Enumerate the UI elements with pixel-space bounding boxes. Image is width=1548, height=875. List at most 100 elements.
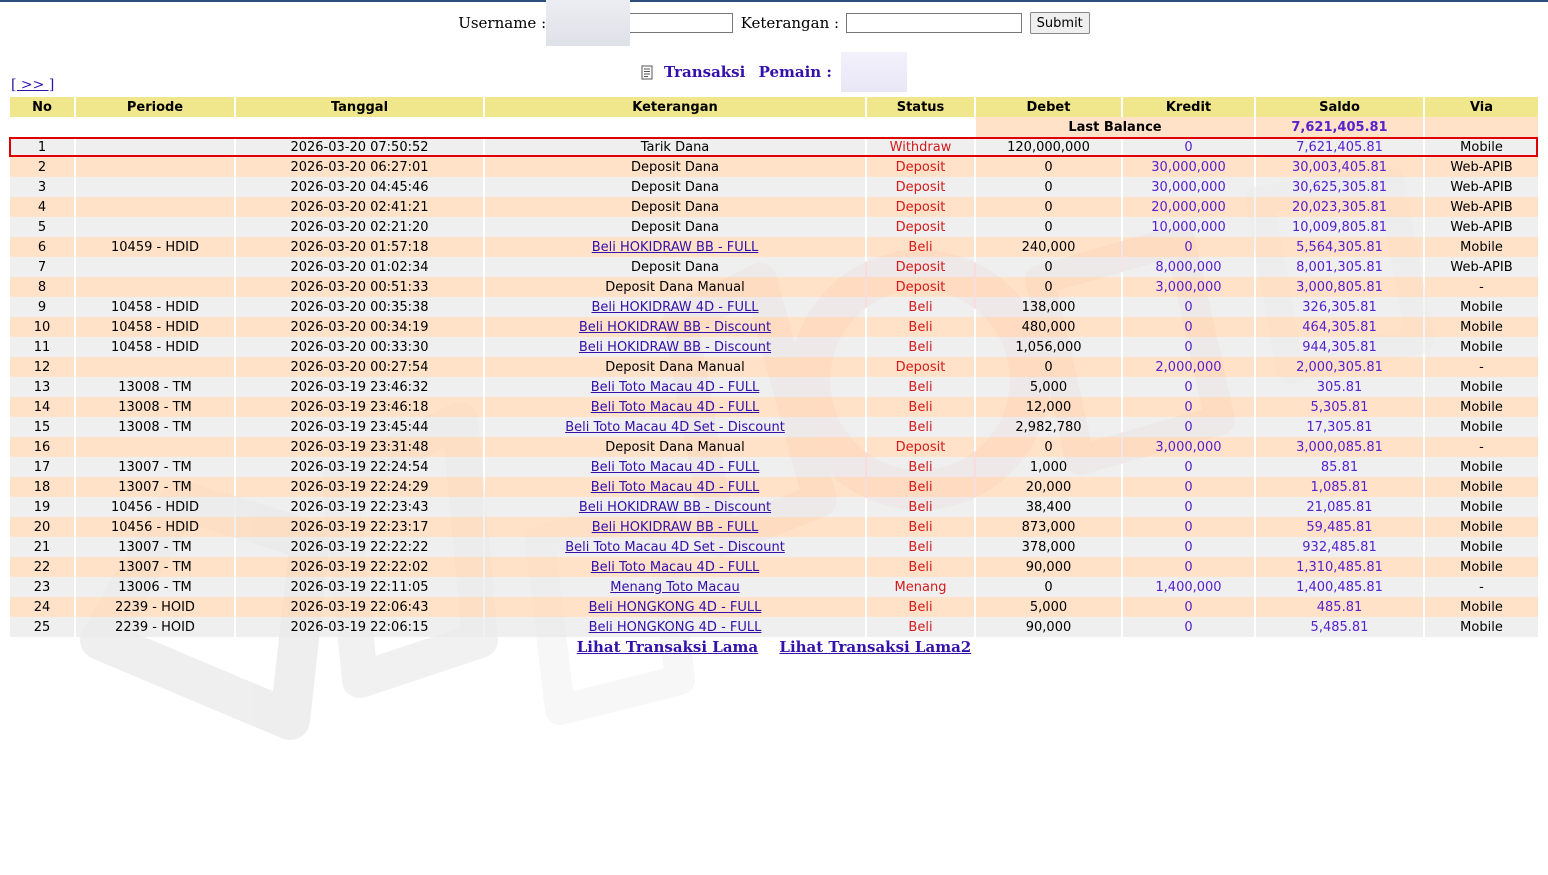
cell-periode (76, 437, 234, 457)
cell-debet: 90,000 (976, 557, 1121, 577)
cell-periode: 13006 - TM (76, 577, 234, 597)
cell-kredit: 0 (1123, 537, 1254, 557)
cell-no: 6 (10, 237, 74, 257)
cell-tanggal: 2026-03-20 07:50:52 (236, 137, 483, 157)
cell-ket: Beli Toto Macau 4D - FULL (485, 477, 865, 497)
transaction-detail-link[interactable]: Beli Toto Macau 4D - FULL (591, 460, 760, 475)
transaction-table: No Periode Tanggal Keterangan Status Deb… (8, 97, 1540, 637)
cell-ket: Deposit Dana (485, 177, 865, 197)
cell-periode: 2239 - HOID (76, 617, 234, 637)
cell-ket: Beli HOKIDRAW BB - Discount (485, 337, 865, 357)
cell-tanggal: 2026-03-20 00:35:38 (236, 297, 483, 317)
cell-via: Web-APIB (1425, 257, 1538, 277)
cell-tanggal: 2026-03-19 22:24:29 (236, 477, 483, 497)
cell-ket: Tarik Dana (485, 137, 865, 157)
page-title: Transaksi Pemain : (0, 52, 1548, 92)
cell-kredit: 1,400,000 (1123, 577, 1254, 597)
cell-status: Withdraw (867, 137, 974, 157)
transaction-detail-link[interactable]: Beli HONGKONG 4D - FULL (589, 620, 762, 635)
cell-ket: Deposit Dana Manual (485, 357, 865, 377)
transaction-detail-link[interactable]: Beli HOKIDRAW BB - FULL (592, 240, 759, 255)
next-page-link[interactable]: [ >> ] (11, 77, 54, 93)
cell-via: Mobile (1425, 317, 1538, 337)
keterangan-input[interactable] (845, 13, 1022, 33)
cell-periode: 10459 - HDID (76, 237, 234, 257)
cell-kredit: 30,000,000 (1123, 157, 1254, 177)
cell-tanggal: 2026-03-20 02:41:21 (236, 197, 483, 217)
cell-debet: 1,056,000 (976, 337, 1121, 357)
cell-debet: 12,000 (976, 397, 1121, 417)
cell-status: Beli (867, 337, 974, 357)
cell-tanggal: 2026-03-19 22:24:54 (236, 457, 483, 477)
transaction-detail-link[interactable]: Beli HOKIDRAW BB - FULL (592, 520, 759, 535)
old-transactions-link[interactable]: Lihat Transaksi Lama (577, 638, 758, 656)
cell-ket: Beli HOKIDRAW 4D - FULL (485, 297, 865, 317)
submit-button[interactable]: Submit (1029, 12, 1090, 34)
cell-debet: 120,000,000 (976, 137, 1121, 157)
cell-saldo: 20,023,305.81 (1256, 197, 1423, 217)
table-row: 22 13007 - TM 2026-03-19 22:22:02 Beli Toto… (10, 557, 1538, 577)
transaction-detail-link[interactable]: Menang Toto Macau (610, 580, 739, 595)
cell-ket: Deposit Dana (485, 257, 865, 277)
transaction-detail-link[interactable]: Beli HOKIDRAW BB - Discount (579, 320, 771, 335)
header-via: Via (1425, 97, 1538, 117)
table-row: 5 2026-03-20 02:21:20 Deposit Dana Deposit 0… (10, 217, 1538, 237)
cell-saldo: 2,000,305.81 (1256, 357, 1423, 377)
transaction-detail-link[interactable]: Beli Toto Macau 4D - FULL (591, 480, 760, 495)
cell-ket: Beli HOKIDRAW BB - FULL (485, 517, 865, 537)
table-row: 15 13008 - TM 2026-03-19 23:45:44 Beli Toto… (10, 417, 1538, 437)
table-row: 10 10458 - HDID 2026-03-20 00:34:19 Beli HO… (10, 317, 1538, 337)
cell-tanggal: 2026-03-20 06:27:01 (236, 157, 483, 177)
cell-via: - (1425, 437, 1538, 457)
cell-status: Deposit (867, 177, 974, 197)
cell-saldo: 30,003,405.81 (1256, 157, 1423, 177)
cell-saldo: 8,001,305.81 (1256, 257, 1423, 277)
table-row: 12 2026-03-20 00:27:54 Deposit Dana Manual… (10, 357, 1538, 377)
header-status: Status (867, 97, 974, 117)
transaction-detail-link[interactable]: Beli Toto Macau 4D - FULL (591, 400, 760, 415)
cell-via: - (1425, 277, 1538, 297)
old-transactions-2-link[interactable]: Lihat Transaksi Lama2 (779, 638, 971, 656)
transaction-detail-link[interactable]: Beli HONGKONG 4D - FULL (589, 600, 762, 615)
table-row: 9 10458 - HDID 2026-03-20 00:35:38 Beli HOK… (10, 297, 1538, 317)
cell-ket: Beli Toto Macau 4D Set - Discount (485, 417, 865, 437)
cell-kredit: 0 (1123, 377, 1254, 397)
header-no: No (10, 97, 74, 117)
cell-periode: 13007 - TM (76, 537, 234, 557)
cell-no: 17 (10, 457, 74, 477)
transaction-detail-link[interactable]: Beli HOKIDRAW 4D - FULL (591, 300, 758, 315)
cell-tanggal: 2026-03-20 00:33:30 (236, 337, 483, 357)
cell-saldo: 3,000,085.81 (1256, 437, 1423, 457)
cell-debet: 138,000 (976, 297, 1121, 317)
transaction-detail-link[interactable]: Beli Toto Macau 4D Set - Discount (565, 420, 785, 435)
header-saldo: Saldo (1256, 97, 1423, 117)
cell-status: Deposit (867, 257, 974, 277)
cell-no: 11 (10, 337, 74, 357)
cell-status: Beli (867, 317, 974, 337)
transaction-detail-link[interactable]: Beli HOKIDRAW BB - Discount (579, 500, 771, 515)
cell-via: Mobile (1425, 497, 1538, 517)
table-row: 14 13008 - TM 2026-03-19 23:46:18 Beli Toto… (10, 397, 1538, 417)
cell-debet: 480,000 (976, 317, 1121, 337)
title-transaksi: Transaksi (664, 63, 746, 81)
transaction-detail-link[interactable]: Beli Toto Macau 4D - FULL (591, 380, 760, 395)
cell-debet: 0 (976, 277, 1121, 297)
cell-saldo: 1,400,485.81 (1256, 577, 1423, 597)
cell-status: Beli (867, 417, 974, 437)
cell-ket: Beli HONGKONG 4D - FULL (485, 597, 865, 617)
cell-debet: 1,000 (976, 457, 1121, 477)
transaction-detail-link[interactable]: Beli Toto Macau 4D - FULL (591, 560, 760, 575)
cell-status: Deposit (867, 157, 974, 177)
cell-tanggal: 2026-03-19 22:06:43 (236, 597, 483, 617)
transaction-detail-link[interactable]: Beli HOKIDRAW BB - Discount (579, 340, 771, 355)
keterangan-label: Keterangan : (740, 14, 840, 32)
transaction-detail-link[interactable]: Beli Toto Macau 4D Set - Discount (565, 540, 785, 555)
cell-tanggal: 2026-03-19 23:46:18 (236, 397, 483, 417)
cell-kredit: 0 (1123, 337, 1254, 357)
cell-periode (76, 277, 234, 297)
cell-periode: 10458 - HDID (76, 297, 234, 317)
cell-kredit: 30,000,000 (1123, 177, 1254, 197)
cell-kredit: 0 (1123, 297, 1254, 317)
cell-via: Mobile (1425, 557, 1538, 577)
cell-tanggal: 2026-03-19 22:23:17 (236, 517, 483, 537)
